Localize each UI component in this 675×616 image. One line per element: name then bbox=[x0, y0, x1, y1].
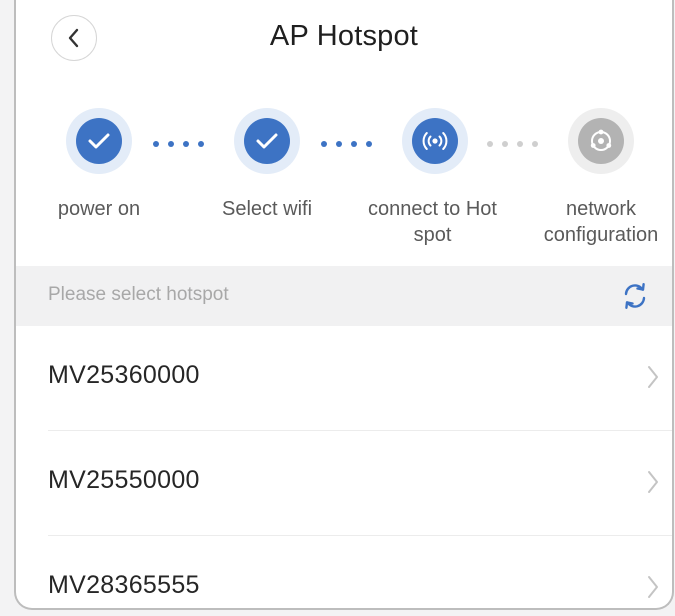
step-label-select-wifi: Select wifi bbox=[221, 198, 313, 220]
hotspot-item[interactable]: MV25550000 bbox=[48, 431, 672, 536]
hotspot-ssid: MV25550000 bbox=[48, 466, 200, 494]
hotspot-signal-icon bbox=[422, 132, 448, 150]
step-connector bbox=[487, 141, 538, 147]
hotspot-ssid: MV28365555 bbox=[48, 571, 200, 599]
step-label-power-on: power on bbox=[57, 198, 141, 220]
hotspot-item[interactable]: MV28365555 bbox=[48, 536, 672, 608]
check-icon bbox=[88, 133, 110, 149]
hotspot-ssid: MV25360000 bbox=[48, 361, 200, 389]
refresh-button[interactable] bbox=[618, 279, 652, 313]
hotspot-list: MV25360000 MV25550000 MV28365555 bbox=[16, 326, 672, 608]
progress-steps: power on Select wifi connect to Hot spot… bbox=[16, 108, 672, 258]
page-title: AP Hotspot bbox=[269, 20, 419, 52]
step-connector bbox=[321, 141, 372, 147]
step-connect-hotspot bbox=[402, 108, 468, 174]
refresh-icon bbox=[624, 283, 646, 309]
chevron-right-icon bbox=[648, 366, 658, 388]
chevron-right-icon bbox=[648, 576, 658, 598]
hotspot-section-header: Please select hotspot bbox=[16, 266, 672, 326]
step-select-wifi bbox=[234, 108, 300, 174]
hotspot-item[interactable]: MV25360000 bbox=[48, 326, 672, 431]
section-label: Please select hotspot bbox=[48, 284, 229, 305]
step-label-network-configuration: network configuration bbox=[543, 198, 659, 246]
check-icon bbox=[256, 133, 278, 149]
phone-screen: AP Hotspot power on Select wifi connect … bbox=[14, 0, 674, 610]
step-network-configuration bbox=[568, 108, 634, 174]
chevron-right-icon bbox=[648, 471, 658, 493]
network-config-icon bbox=[590, 129, 612, 151]
header: AP Hotspot bbox=[16, 0, 672, 90]
step-power-on bbox=[66, 108, 132, 174]
step-connector bbox=[153, 141, 204, 147]
step-label-connect-hotspot: connect to Hot spot bbox=[368, 198, 497, 246]
